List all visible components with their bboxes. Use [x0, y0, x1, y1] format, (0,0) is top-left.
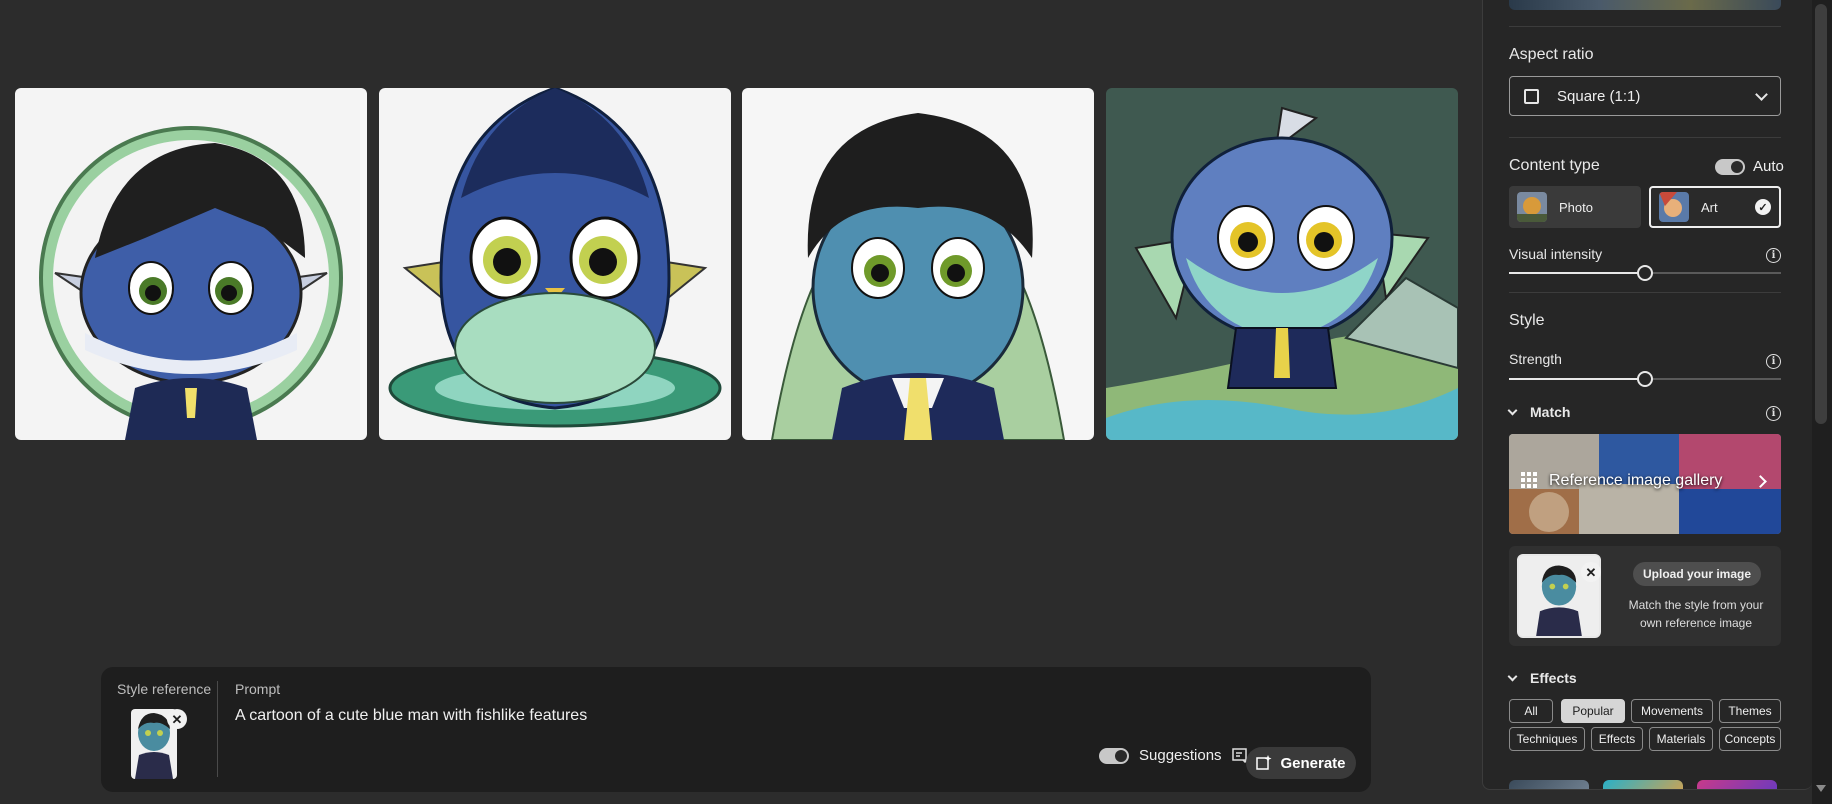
generated-image-1[interactable] — [15, 88, 367, 440]
chevron-down-icon — [1507, 405, 1518, 416]
photo-thumbnail — [1517, 192, 1547, 222]
chevron-down-icon — [1755, 87, 1768, 101]
content-type-auto-control: Auto — [1715, 158, 1784, 175]
effects-title: Effects — [1530, 670, 1577, 686]
match-info-icon[interactable]: i — [1766, 406, 1781, 421]
auto-toggle[interactable] — [1715, 158, 1745, 175]
model-preview-strip — [1509, 0, 1781, 10]
suggestions-label: Suggestions — [1139, 747, 1222, 764]
match-title: Match — [1530, 404, 1571, 420]
strength-slider-knob[interactable] — [1637, 371, 1653, 387]
content-type-title: Content type — [1509, 157, 1600, 174]
square-icon — [1524, 88, 1539, 104]
suggestions-control: Suggestions — [1099, 747, 1250, 764]
strength-label: Strength — [1509, 351, 1562, 367]
content-type-photo-button[interactable]: Photo — [1509, 186, 1641, 228]
generated-image-4[interactable] — [1106, 88, 1458, 440]
prompt-input[interactable]: A cartoon of a cute blue man with fishli… — [235, 707, 587, 725]
effect-thumbnail[interactable] — [1509, 780, 1589, 789]
upload-your-image-button[interactable]: Upload your image — [1633, 562, 1762, 586]
upload-description: Match the style from your own reference … — [1628, 598, 1764, 630]
aspect-ratio-select[interactable]: Square (1:1) — [1509, 76, 1781, 116]
photo-label: Photo — [1559, 199, 1593, 215]
visual-intensity-info-icon[interactable]: i — [1766, 248, 1781, 263]
divider — [1509, 292, 1781, 293]
style-reference-section: Style reference — [117, 681, 217, 697]
divider — [1509, 26, 1781, 27]
checkmark-icon: ✓ — [1755, 199, 1771, 215]
reference-image-gallery-button[interactable]: Reference image gallery — [1509, 434, 1781, 534]
content-type-art-button[interactable]: Art ✓ — [1649, 186, 1781, 228]
suggestions-toggle[interactable] — [1099, 747, 1129, 764]
effects-chip-effects[interactable]: Effects — [1591, 727, 1643, 751]
art-label: Art — [1701, 199, 1718, 215]
main-canvas: Style reference ✕ Prompt A cartoon of a … — [0, 0, 1482, 804]
effects-chip-themes[interactable]: Themes — [1719, 699, 1781, 723]
grid-icon — [1521, 472, 1537, 488]
prompt-label: Prompt — [235, 681, 281, 697]
remove-uploaded-image-icon[interactable]: ✕ — [1581, 562, 1601, 582]
style-title: Style — [1509, 312, 1545, 329]
aspect-ratio-value: Square (1:1) — [1557, 87, 1641, 105]
aspect-ratio-title: Aspect ratio — [1509, 46, 1594, 63]
effect-thumbnail[interactable] — [1697, 780, 1777, 789]
visual-intensity-slider-fill — [1509, 272, 1645, 274]
panel-scrollbar[interactable] — [1812, 0, 1832, 804]
effects-chip-popular[interactable]: Popular — [1561, 699, 1625, 723]
style-reference-label: Style reference — [117, 681, 212, 697]
scroll-down-arrow-icon[interactable] — [1816, 785, 1826, 792]
remove-style-reference-icon[interactable]: ✕ — [167, 709, 187, 729]
generated-image-2[interactable] — [379, 88, 731, 440]
effect-thumbnail[interactable] — [1603, 780, 1683, 789]
visual-intensity-label: Visual intensity — [1509, 246, 1603, 262]
upload-reference-card: ✕ Upload your image Match the style from… — [1509, 546, 1781, 646]
auto-label: Auto — [1753, 158, 1784, 175]
reference-image-gallery-label: Reference image gallery — [1549, 472, 1723, 489]
match-section-header[interactable]: Match — [1507, 404, 1571, 420]
effects-chip-techniques[interactable]: Techniques — [1509, 727, 1585, 751]
generate-label: Generate — [1280, 754, 1346, 772]
strength-slider-fill — [1509, 378, 1645, 380]
visual-intensity-slider[interactable] — [1509, 265, 1781, 281]
divider — [1509, 137, 1781, 138]
generate-sparkle-icon — [1256, 755, 1272, 770]
effects-chip-all[interactable]: All — [1509, 699, 1553, 723]
visual-intensity-slider-knob[interactable] — [1637, 265, 1653, 281]
effects-chip-concepts[interactable]: Concepts — [1719, 727, 1781, 751]
chevron-down-icon — [1507, 671, 1518, 682]
prompt-divider — [217, 681, 218, 777]
strength-slider[interactable] — [1509, 371, 1781, 387]
generated-image-3[interactable] — [742, 88, 1094, 440]
scrollbar-thumb[interactable] — [1815, 4, 1827, 424]
generate-button[interactable]: Generate — [1246, 747, 1356, 779]
prompt-bar: Style reference ✕ Prompt A cartoon of a … — [101, 667, 1371, 792]
art-thumbnail — [1659, 192, 1689, 222]
settings-panel: Aspect ratio Square (1:1) Content type A… — [1482, 0, 1812, 790]
effects-section-header[interactable]: Effects — [1507, 670, 1577, 686]
strength-info-icon[interactable]: i — [1766, 354, 1781, 369]
effects-chip-materials[interactable]: Materials — [1649, 727, 1713, 751]
effects-chip-movements[interactable]: Movements — [1631, 699, 1713, 723]
